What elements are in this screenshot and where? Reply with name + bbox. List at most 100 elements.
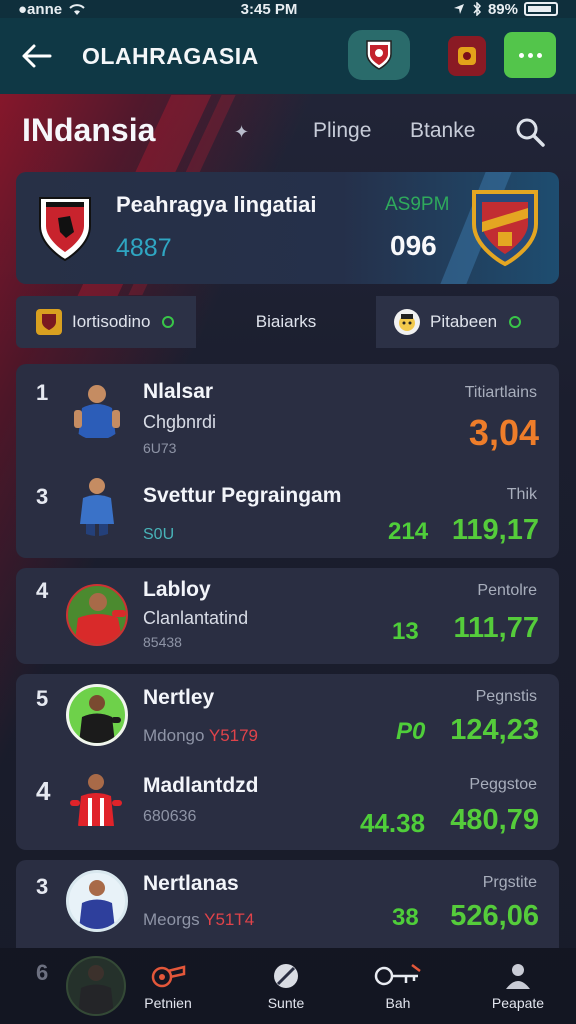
filter-middle-label: Biaiarks: [255, 312, 317, 331]
player-sub: 85438: [143, 634, 182, 650]
more-dot-icon: [536, 52, 542, 58]
home-crest-icon: [39, 197, 91, 262]
ranking-card: 1 Nlalsar Chgbnrdi 6U73 Titiartlains 3,0…: [16, 364, 559, 558]
arrow-left-icon: [22, 44, 52, 68]
more-button[interactable]: [504, 32, 556, 78]
stat-label: Thik: [506, 486, 537, 503]
player-avatar: [66, 870, 128, 932]
team-badge-icon: [36, 309, 62, 335]
mid-value: 214: [388, 518, 429, 545]
team-name: Clanlantatind: [143, 608, 249, 628]
player-name: Nertley: [143, 686, 215, 709]
stat-label: Pentolre: [477, 582, 537, 599]
status-dot-icon: [509, 316, 522, 328]
player-name: Madlantdzd: [143, 774, 259, 797]
match-card[interactable]: Peahragya lingatiai 4887 AS9PM 096: [16, 172, 559, 284]
score: 119,17: [451, 514, 539, 546]
player-sub: 680636: [143, 808, 197, 825]
player-avatar: [66, 684, 128, 746]
ranking-row[interactable]: 4 Madlantdzd 680636 Peggstoe 44.38 480,7…: [16, 762, 559, 850]
more-dot-icon: [527, 52, 533, 58]
wifi-icon: [69, 4, 85, 15]
ranking-row[interactable]: 4 Labloy Clanlantatind 85438 Pentolre 13…: [16, 568, 559, 664]
stat-label: Prgstite: [482, 874, 537, 891]
mid-value: 38: [392, 904, 419, 931]
filter-row: Iortisodino Biaiarks Pitabeen: [16, 296, 559, 348]
rank-number: 1: [36, 380, 49, 405]
location-icon: [453, 4, 464, 14]
carrier-label: ●anne: [18, 0, 63, 18]
more-dot-icon: [518, 52, 524, 58]
status-dot-icon: [162, 316, 175, 328]
ranking-row[interactable]: 3 Svettur Pegraingam S0U Thik 214 119,17: [16, 468, 559, 558]
badge-icon: [458, 47, 476, 65]
search-icon[interactable]: [514, 116, 546, 148]
ranking-row[interactable]: 1 Nlalsar Chgbnrdi 6U73 Titiartlains 3,0…: [16, 364, 559, 464]
match-time: AS9PM: [385, 194, 450, 215]
filter-middle[interactable]: Biaiarks: [196, 296, 376, 348]
rank-number: 4: [36, 578, 49, 603]
rank-number: 5: [36, 686, 49, 711]
player-sub: Meorgs Y51T4: [143, 910, 254, 930]
mid-value: 44.38: [360, 808, 426, 838]
star-icon[interactable]: ✦: [234, 122, 249, 143]
nav-label: Peapate: [491, 995, 545, 1011]
ranking-card: 3 Nertlanas Meorgs Y51T4 Prgstite 38 526…: [16, 860, 559, 948]
player-sub-highlight: Y5179: [208, 726, 259, 745]
tab-plinge[interactable]: Plinge: [313, 119, 371, 143]
team-name: Chgbnrdi: [143, 412, 217, 432]
ranking-card: 5 Nertley Mdongo Y5179 Pegnstis P0 124,2…: [16, 674, 559, 850]
score: 3,04: [468, 412, 539, 453]
nav-label: Bah: [385, 995, 411, 1011]
filter-right[interactable]: Pitabeen: [376, 296, 559, 348]
mid-value: 13: [392, 618, 419, 645]
score: 526,06: [450, 900, 539, 932]
match-score: 4887: [116, 234, 172, 262]
player-sub-highlight: Y51T4: [204, 910, 255, 929]
profile-icon: [506, 964, 530, 989]
tab-btanke[interactable]: Btanke: [410, 119, 475, 143]
badge-button[interactable]: [448, 36, 486, 76]
player-sub-text: Mdongo: [143, 726, 205, 745]
nav-label: Sunte: [267, 995, 305, 1011]
bottom-nav: 6 Petnien Sunte Bah Peapate: [0, 948, 576, 1024]
ranking-row[interactable]: 3 Nertlanas Meorgs Y51T4 Prgstite 38 526…: [16, 860, 559, 948]
back-button[interactable]: [18, 38, 54, 74]
away-crest-icon: [472, 190, 538, 267]
player-sub: S0U: [143, 526, 175, 543]
player-sub: Mdongo Y5179: [143, 726, 258, 746]
battery-percent: 89%: [487, 0, 518, 18]
player-sub: 6U73: [143, 440, 177, 456]
filter-left[interactable]: Iortisodino: [16, 296, 196, 348]
ranking-card: 4 Labloy Clanlantatind 85438 Pentolre 13…: [16, 568, 559, 664]
filter-left-label: Iortisodino: [72, 312, 151, 331]
rank-number: 4: [36, 776, 51, 806]
stat-label: Titiartlains: [464, 384, 537, 401]
match-value: 096: [390, 230, 437, 261]
ball-icon: [274, 964, 298, 988]
stat-label: Pegnstis: [475, 688, 537, 705]
filter-right-label: Pitabeen: [430, 312, 498, 331]
player-name: Svettur Pegraingam: [143, 484, 342, 507]
clock: 3:45 PM: [240, 0, 298, 18]
rank-number: 3: [36, 874, 49, 899]
app-bar: OLAHRAGASIA: [0, 18, 576, 94]
nav-label: Petnien: [144, 995, 192, 1011]
battery-icon: [524, 2, 558, 16]
nav-peapate[interactable]: Peapate: [446, 948, 576, 1024]
stat-label: Peggstoe: [469, 776, 537, 793]
club-shield-button[interactable]: [348, 30, 410, 80]
player-name: Nertlanas: [143, 872, 239, 895]
mid-value: P0: [396, 718, 426, 745]
section-title: INdansia: [22, 112, 156, 148]
app-title: OLAHRAGASIA: [82, 42, 259, 69]
player-avatar: [66, 474, 128, 536]
ranking-row[interactable]: 5 Nertley Mdongo Y5179 Pegnstis P0 124,2…: [16, 674, 559, 760]
match-title: Peahragya lingatiai: [116, 192, 317, 217]
player-avatar: [66, 378, 128, 440]
score: 124,23: [450, 714, 539, 746]
player-avatar: [66, 584, 128, 646]
rank-number: 6: [36, 960, 49, 985]
player-avatar: [66, 770, 128, 832]
status-bar: ●anne 3:45 PM 89%: [0, 0, 576, 18]
